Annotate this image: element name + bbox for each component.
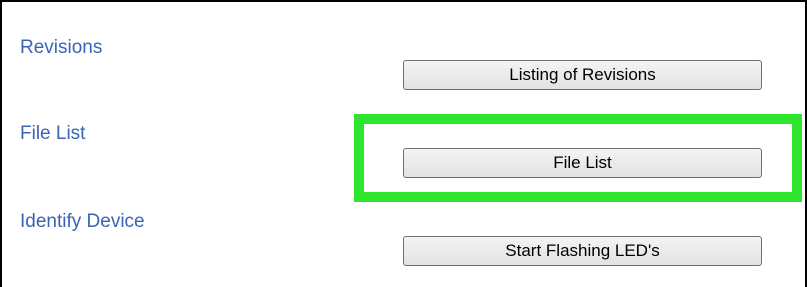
start-flashing-leds-button[interactable]: Start Flashing LED's xyxy=(403,236,762,266)
revisions-label: Revisions xyxy=(20,37,103,58)
file-list-button[interactable]: File List xyxy=(403,148,762,178)
identify-device-label: Identify Device xyxy=(20,211,145,232)
listing-of-revisions-button[interactable]: Listing of Revisions xyxy=(403,60,762,90)
file-list-label: File List xyxy=(20,123,86,144)
